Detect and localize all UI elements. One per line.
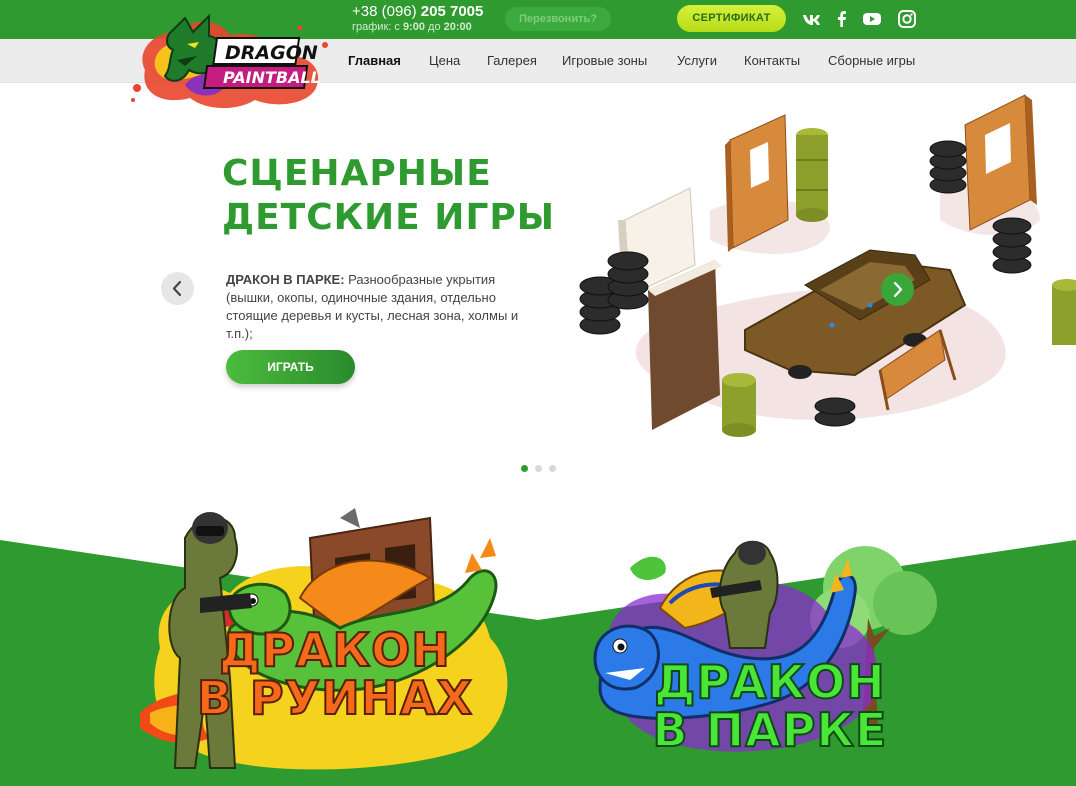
logo-text-paintball: PAINTBALL xyxy=(223,68,321,87)
nav-item-services[interactable]: Услуги xyxy=(677,53,717,68)
phone-number[interactable]: +38 (096) 205 7005 xyxy=(352,3,483,20)
vk-icon[interactable] xyxy=(802,10,822,28)
work-schedule: график: с 9:00 до 20:00 xyxy=(352,21,472,33)
phone-prefix: +38 (096) xyxy=(352,3,421,20)
hero-title-line-1: СЦЕНАРНЫЕ xyxy=(222,153,492,194)
card-park-title-line-2: В ПАРКЕ xyxy=(652,703,888,757)
hero-description-bold: ДРАКОН В ПАРКЕ: xyxy=(226,272,345,287)
slider-next-button[interactable] xyxy=(881,273,914,306)
slider-dot-1[interactable] xyxy=(521,465,528,472)
nav-item-team-games[interactable]: Сборные игры xyxy=(828,53,915,68)
card-ruins-title-line-1: ДРАКОН xyxy=(218,623,451,677)
nav-item-game-zones[interactable]: Игровые зоны xyxy=(562,53,647,68)
callback-button[interactable]: Перезвонить? xyxy=(505,7,611,31)
site-logo[interactable]: DRAGON PAINTBALL xyxy=(125,10,335,116)
nav-item-gallery[interactable]: Галерея xyxy=(487,53,537,68)
zone-card-ruins[interactable]: ДРАКОН В РУИНАХ xyxy=(140,498,540,786)
logo-text-dragon: DRAGON xyxy=(225,42,318,64)
phone-digits: 205 7005 xyxy=(420,3,484,20)
hero-description: ДРАКОН В ПАРКЕ: Разнообразные укрытия (в… xyxy=(226,271,546,343)
schedule-prefix: график: с xyxy=(352,21,403,33)
certificate-button[interactable]: СЕРТИФИКАТ xyxy=(677,5,786,32)
nav-item-price[interactable]: Цена xyxy=(429,53,460,68)
hero-title-line-2: ДЕТСКИЕ ИГРЫ xyxy=(222,197,556,238)
play-button[interactable]: ИГРАТЬ xyxy=(226,350,355,384)
nav-item-home[interactable]: Главная xyxy=(348,53,401,68)
facebook-icon[interactable] xyxy=(832,10,852,28)
card-ruins-title: ДРАКОН В РУИНАХ xyxy=(140,623,530,725)
card-ruins-title-line-2: В РУИНАХ xyxy=(196,671,474,725)
chevron-left-icon xyxy=(172,280,182,297)
instagram-icon[interactable] xyxy=(897,10,917,28)
youtube-icon[interactable] xyxy=(862,10,882,28)
slider-dot-3[interactable] xyxy=(549,465,556,472)
paintball-field-illustration xyxy=(579,94,1076,437)
zone-card-park[interactable]: ДРАКОН В ПАРКЕ xyxy=(590,528,950,786)
hero-title: СЦЕНАРНЫЕ ДЕТСКИЕ ИГРЫ xyxy=(222,152,555,240)
schedule-mid: до xyxy=(424,21,444,33)
schedule-to: 20:00 xyxy=(443,21,472,33)
chevron-right-icon xyxy=(893,281,903,298)
schedule-from: 9:00 xyxy=(402,21,425,33)
card-park-title: ДРАКОН В ПАРКЕ xyxy=(590,655,950,757)
slider-prev-button[interactable] xyxy=(161,272,194,305)
card-park-title-line-1: ДРАКОН xyxy=(653,655,886,709)
slider-dot-2[interactable] xyxy=(535,465,542,472)
nav-item-contacts[interactable]: Контакты xyxy=(744,53,800,68)
